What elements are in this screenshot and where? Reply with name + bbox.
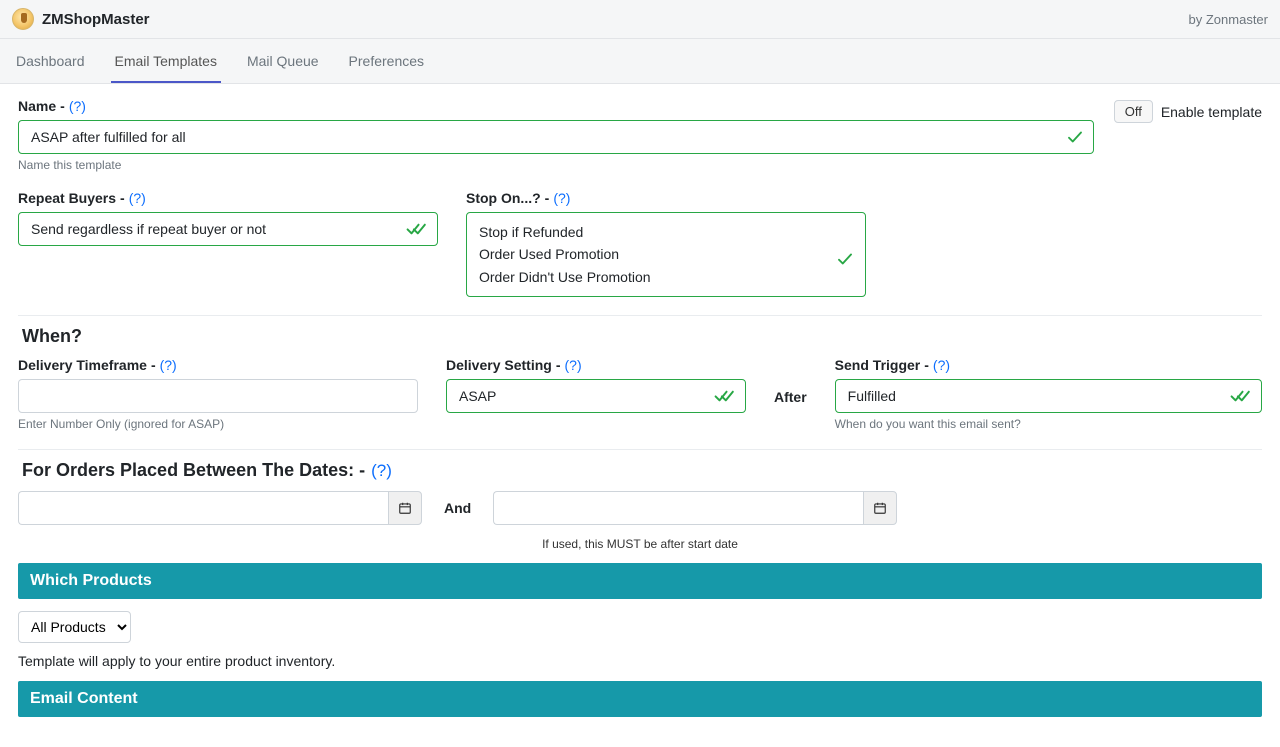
start-date-group [18, 491, 422, 525]
toggle-off-button[interactable]: Off [1114, 100, 1153, 123]
after-label: After [774, 357, 807, 405]
send-trigger-help[interactable]: (?) [933, 357, 950, 373]
check-icon [1066, 128, 1084, 146]
byline: by Zonmaster [1189, 12, 1268, 27]
double-check-icon [406, 220, 428, 238]
send-trigger-hint: When do you want this email sent? [835, 417, 1262, 431]
app-header: ZMShopMaster by Zonmaster [0, 0, 1280, 39]
start-date-input[interactable] [18, 491, 388, 525]
delivery-setting-label: Delivery Setting - (?) [446, 357, 746, 373]
stop-on-multiselect[interactable]: Stop if Refunded Order Used Promotion Or… [466, 212, 866, 297]
app-logo-icon [12, 8, 34, 30]
repeat-buyers-select[interactable]: Send regardless if repeat buyer or not [18, 212, 438, 246]
delivery-setting-select[interactable]: ASAP [446, 379, 746, 413]
which-products-bar: Which Products [18, 563, 1262, 599]
app-title: ZMShopMaster [42, 11, 150, 28]
end-date-input[interactable] [493, 491, 863, 525]
delivery-timeframe-hint: Enter Number Only (ignored for ASAP) [18, 417, 418, 431]
send-trigger-select[interactable]: Fulfilled [835, 379, 1262, 413]
name-input[interactable] [18, 120, 1094, 154]
stop-on-help[interactable]: (?) [553, 190, 570, 206]
start-date-picker-button[interactable] [388, 491, 422, 525]
enable-template-toggle: Off Enable template [1114, 98, 1262, 123]
tab-email-templates[interactable]: Email Templates [111, 39, 221, 83]
end-date-group [493, 491, 897, 525]
double-check-icon [1230, 387, 1252, 405]
tab-mail-queue[interactable]: Mail Queue [243, 39, 323, 83]
tab-dashboard[interactable]: Dashboard [12, 39, 89, 83]
date-note: If used, this MUST be after start date [18, 537, 1262, 551]
product-scope-select[interactable]: All Products [18, 611, 131, 643]
enable-template-label: Enable template [1161, 104, 1262, 120]
calendar-icon [873, 501, 887, 515]
email-content-bar: Email Content [18, 681, 1262, 717]
calendar-icon [398, 501, 412, 515]
send-trigger-label: Send Trigger - (?) [835, 357, 1262, 373]
double-check-icon [714, 387, 736, 405]
delivery-timeframe-label: Delivery Timeframe - (?) [18, 357, 418, 373]
end-date-picker-button[interactable] [863, 491, 897, 525]
repeat-buyers-help[interactable]: (?) [129, 190, 146, 206]
name-hint: Name this template [18, 158, 1094, 172]
name-label: Name - (?) [18, 98, 1094, 114]
and-label: And [444, 500, 471, 516]
tab-preferences[interactable]: Preferences [345, 39, 428, 83]
delivery-timeframe-input[interactable] [18, 379, 418, 413]
product-scope-note: Template will apply to your entire produ… [18, 653, 1262, 669]
repeat-buyers-label: Repeat Buyers - (?) [18, 190, 438, 206]
dates-help[interactable]: (?) [371, 461, 392, 481]
dates-heading: For Orders Placed Between The Dates: - (… [22, 460, 1262, 481]
when-heading: When? [22, 326, 1262, 347]
delivery-setting-help[interactable]: (?) [565, 357, 582, 373]
check-icon [836, 250, 854, 268]
name-help[interactable]: (?) [69, 98, 86, 114]
brand: ZMShopMaster [12, 8, 150, 30]
stop-on-label: Stop On...? - (?) [466, 190, 866, 206]
nav-tabs: Dashboard Email Templates Mail Queue Pre… [0, 39, 1280, 84]
delivery-timeframe-help[interactable]: (?) [160, 357, 177, 373]
